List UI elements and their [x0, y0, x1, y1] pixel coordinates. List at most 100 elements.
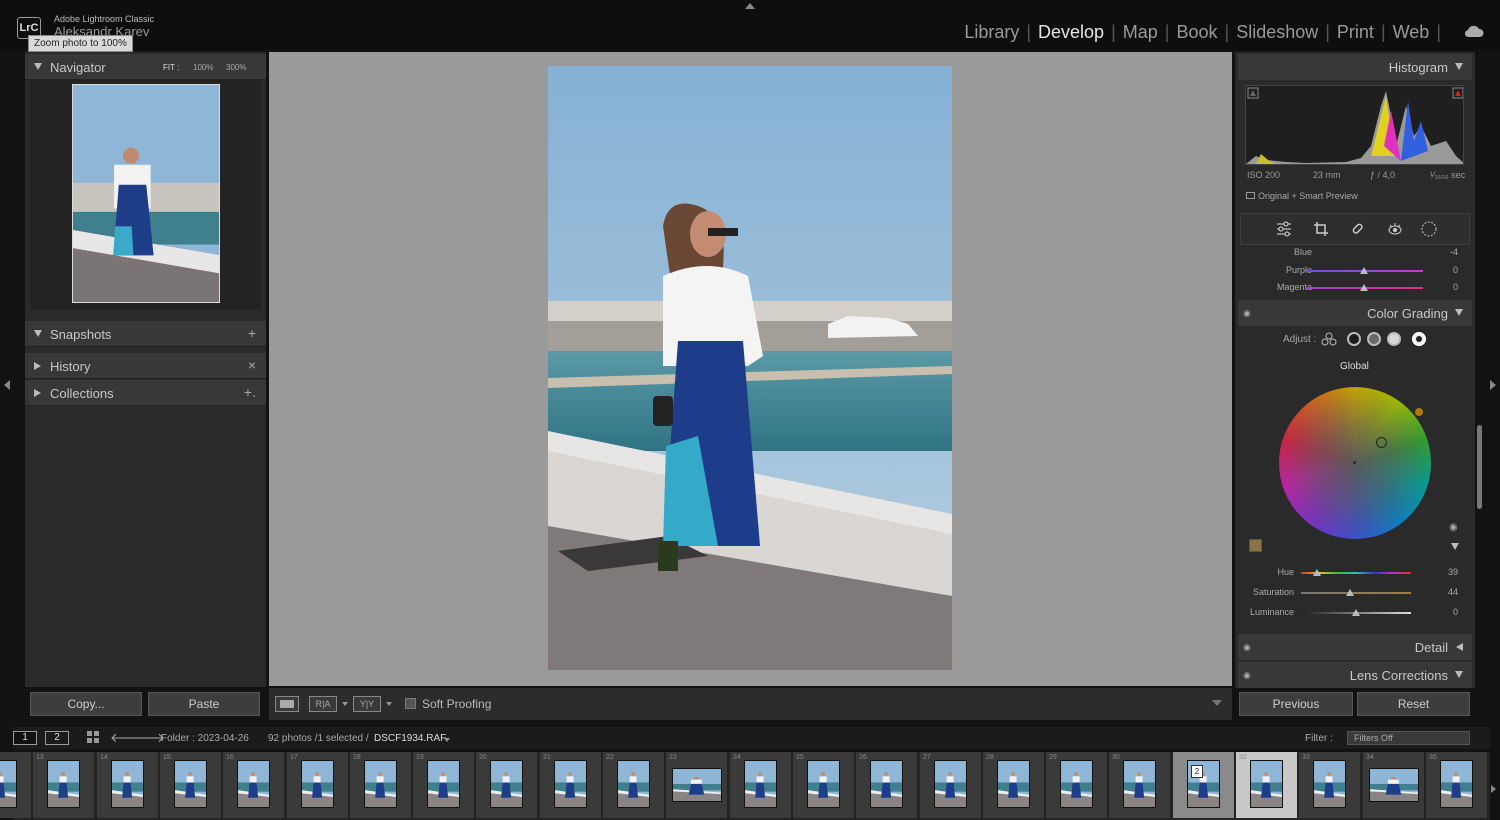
secondary-window-button[interactable]: 2: [45, 731, 69, 745]
filmstrip-cell[interactable]: 25: [793, 752, 855, 818]
filmstrip-thumbnail[interactable]: [1250, 760, 1283, 808]
filmstrip-cell[interactable]: 13: [33, 752, 95, 818]
filmstrip-thumbnail[interactable]: [364, 760, 397, 808]
before-after-dropdown-icon[interactable]: [342, 702, 348, 706]
folder-label[interactable]: Folder : 2023-04-26: [161, 733, 249, 744]
visibility-eye-icon[interactable]: ◉: [1243, 670, 1251, 681]
add-collection-icon[interactable]: +.: [244, 384, 256, 400]
filmstrip-cell[interactable]: 20: [476, 752, 538, 818]
filmstrip-cell[interactable]: 30: [1109, 752, 1171, 818]
filmstrip-cell[interactable]: 33: [1299, 752, 1361, 818]
filmstrip-thumbnail[interactable]: [744, 760, 777, 808]
filmstrip-cell[interactable]: 15: [160, 752, 222, 818]
navigator-thumbnail[interactable]: [72, 84, 220, 303]
filmstrip-thumbnail[interactable]: [807, 760, 840, 808]
cg-luminance-value[interactable]: 0: [1453, 607, 1458, 617]
filmstrip-thumbnail[interactable]: [1123, 760, 1156, 808]
before-after-lr-button[interactable]: R|A: [309, 696, 337, 712]
filmstrip-cell[interactable]: 23: [666, 752, 728, 818]
primary-window-button[interactable]: 1: [13, 731, 37, 745]
hsl-magenta-row[interactable]: Magenta 0: [1238, 282, 1472, 298]
filmstrip-thumbnail[interactable]: [174, 760, 207, 808]
history-header[interactable]: History ×: [25, 353, 266, 379]
edit-sliders-icon[interactable]: [1276, 221, 1292, 237]
three-way-icon[interactable]: [1321, 332, 1337, 346]
filmstrip-thumbnail[interactable]: [1440, 760, 1473, 808]
filmstrip-cell[interactable]: [0, 752, 32, 818]
histogram-header[interactable]: Histogram: [1238, 54, 1472, 80]
main-photo[interactable]: [548, 66, 952, 670]
cg-saturation-track[interactable]: [1301, 592, 1411, 594]
hsl-purple-row[interactable]: Purple 0: [1238, 265, 1472, 281]
cg-hue-value[interactable]: 39: [1448, 567, 1458, 577]
filmstrip-cell[interactable]: 14: [97, 752, 159, 818]
before-after-tb-button[interactable]: Y|Y: [353, 696, 381, 712]
color-grading-header[interactable]: ◉ Color Grading: [1238, 300, 1472, 326]
stack-count-badge[interactable]: 2: [1191, 765, 1203, 778]
previous-button[interactable]: Previous: [1239, 692, 1353, 716]
shadows-mode-icon[interactable]: [1347, 332, 1361, 346]
cg-saturation-value[interactable]: 44: [1448, 587, 1458, 597]
loupe-view-button[interactable]: [275, 696, 299, 712]
filmstrip-cell[interactable]: 32: [1236, 752, 1298, 818]
filmstrip-cell[interactable]: 34: [1363, 752, 1425, 818]
color-swatch[interactable]: [1249, 539, 1262, 552]
grid-view-icon[interactable]: [87, 731, 100, 744]
visibility-eye-icon[interactable]: ◉: [1243, 308, 1251, 319]
cg-luminance-thumb[interactable]: [1352, 609, 1360, 616]
add-snapshot-icon[interactable]: +: [248, 325, 256, 341]
crop-icon[interactable]: [1313, 221, 1329, 237]
reset-button[interactable]: Reset: [1357, 692, 1470, 716]
hue-indicator[interactable]: [1415, 408, 1423, 416]
toolbar-options-dropdown-icon[interactable]: [1212, 700, 1222, 706]
smart-preview-status[interactable]: Original + Smart Preview: [1246, 191, 1358, 201]
filmstrip-thumbnail[interactable]: [1313, 760, 1346, 808]
filmstrip-thumbnail[interactable]: [427, 760, 460, 808]
red-eye-icon[interactable]: [1387, 221, 1403, 237]
masking-icon[interactable]: [1421, 221, 1437, 237]
filmstrip-cell[interactable]: 19: [413, 752, 475, 818]
left-panel-toggle-icon[interactable]: [4, 380, 10, 390]
soft-proofing-checkbox[interactable]: [405, 698, 416, 709]
cg-hue-thumb[interactable]: [1313, 569, 1321, 576]
filmstrip-cell[interactable]: 31 2: [1173, 752, 1235, 818]
healing-brush-icon[interactable]: [1350, 221, 1366, 237]
zoom-300[interactable]: 300%: [226, 63, 246, 72]
midtones-mode-icon[interactable]: [1367, 332, 1381, 346]
zoom-100[interactable]: 100%: [193, 63, 213, 72]
expand-sliders-icon[interactable]: [1451, 543, 1459, 550]
module-print[interactable]: Print: [1331, 22, 1380, 43]
filmstrip-thumbnail[interactable]: [490, 760, 523, 808]
filmstrip-cell[interactable]: 18: [350, 752, 412, 818]
detail-header[interactable]: ◉ Detail: [1238, 634, 1472, 660]
top-panel-toggle-icon[interactable]: [745, 3, 755, 9]
zoom-fit[interactable]: FIT :: [163, 63, 179, 72]
filmstrip-thumbnail[interactable]: [111, 760, 144, 808]
filmstrip-thumbnail[interactable]: [554, 760, 587, 808]
highlights-mode-icon[interactable]: [1387, 332, 1401, 346]
hsl-magenta-thumb[interactable]: [1360, 284, 1368, 291]
filmstrip-thumbnail[interactable]: [617, 760, 650, 808]
module-develop[interactable]: Develop: [1032, 22, 1110, 43]
copy-button[interactable]: Copy...: [30, 692, 142, 716]
paste-button[interactable]: Paste: [148, 692, 260, 716]
filmstrip-thumbnail[interactable]: [672, 768, 722, 802]
cg-hue-row[interactable]: Hue 39: [1238, 567, 1472, 583]
filmstrip-cell[interactable]: 22: [603, 752, 665, 818]
module-web[interactable]: Web: [1387, 22, 1436, 43]
cg-saturation-row[interactable]: Saturation 44: [1238, 587, 1472, 603]
filter-select[interactable]: Filters Off: [1347, 731, 1470, 745]
color-wheel-handle[interactable]: [1376, 437, 1387, 448]
filmstrip-cell[interactable]: 24: [730, 752, 792, 818]
histogram-graph[interactable]: [1245, 85, 1464, 165]
hsl-magenta-value[interactable]: 0: [1453, 282, 1458, 292]
right-panel-scrollbar[interactable]: [1477, 425, 1482, 509]
filmstrip-thumbnail[interactable]: [1060, 760, 1093, 808]
snapshots-header[interactable]: Snapshots +: [25, 321, 266, 347]
filmstrip-cell[interactable]: 21: [540, 752, 602, 818]
visibility-eye-icon[interactable]: ◉: [1243, 642, 1251, 653]
hsl-blue-value[interactable]: -4: [1450, 247, 1458, 255]
collections-header[interactable]: Collections +.: [25, 380, 266, 406]
filmstrip-thumbnail[interactable]: [870, 760, 903, 808]
filmstrip-right-arrow-icon[interactable]: [1491, 785, 1496, 793]
